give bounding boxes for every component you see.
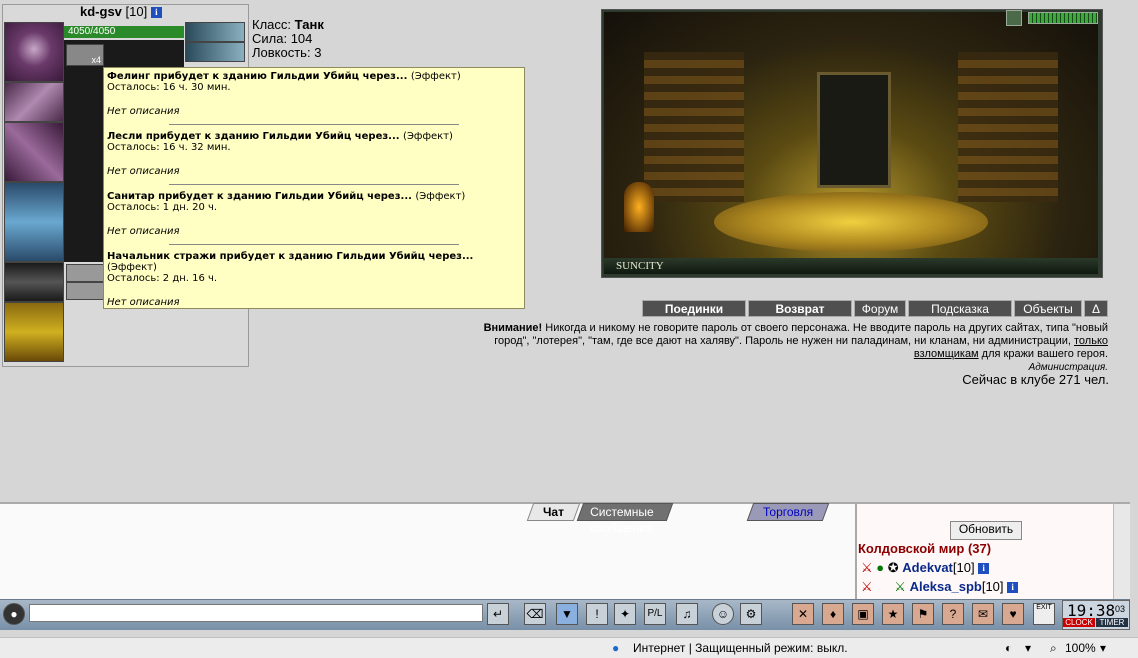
belt-slot[interactable]: [4, 262, 64, 302]
armor-slot[interactable]: [4, 182, 64, 262]
floor-circle: [714, 192, 988, 252]
chat-input[interactable]: [29, 604, 483, 622]
effects-tooltip: Фелинг прибудет к зданию Гильдии Убийц ч…: [103, 67, 525, 309]
eraser-icon[interactable]: ⌫: [524, 603, 546, 625]
character-stats: Класс: Танк Сила: 104 Ловкость: 3: [252, 18, 324, 60]
character-level: [10]: [125, 4, 148, 19]
ring-slot-2[interactable]: [185, 42, 245, 62]
return-button[interactable]: Возврат: [748, 300, 852, 317]
helmet-slot[interactable]: [4, 22, 64, 82]
align-icon: ✪: [887, 560, 899, 575]
zoom-level[interactable]: 100%: [1065, 638, 1096, 658]
toggle-button[interactable]: Δ: [1084, 300, 1108, 317]
bracers-slot[interactable]: [4, 82, 64, 122]
guild-icon[interactable]: ⚑: [912, 603, 934, 625]
user-list-scrollbar[interactable]: [1113, 502, 1130, 601]
forum-button[interactable]: Форум: [854, 300, 906, 317]
tab-trade[interactable]: Торговля: [746, 503, 830, 521]
effect-item: Фелинг прибудет к зданию Гильдии Убийц ч…: [107, 71, 521, 125]
browser-status-bar: ● Интернет | Защищенный режим: выкл. ◐ ▾…: [0, 637, 1138, 658]
skills-icon[interactable]: ★: [882, 603, 904, 625]
tab-chat[interactable]: Чат: [526, 503, 581, 521]
send-icon[interactable]: ↵: [487, 603, 509, 625]
weapon-slot[interactable]: [4, 122, 64, 182]
friends-icon[interactable]: ♥: [1002, 603, 1024, 625]
protected-mode-icon[interactable]: ◐: [1005, 638, 1012, 658]
bookshelf-left: [644, 52, 744, 202]
lantern[interactable]: [624, 182, 654, 232]
online-count: Сейчас в клубе 271 чел.: [962, 372, 1109, 387]
clock-button[interactable]: CLOCK: [1063, 618, 1095, 627]
boots-slot[interactable]: [4, 302, 64, 362]
user-name[interactable]: Aleksa_spb: [910, 579, 982, 594]
zoom-icon: ⌕: [1050, 641, 1057, 655]
stat-agility: Ловкость: 3: [252, 45, 322, 60]
user-row: ⚔ ● ✪ Adekvat[10] i: [861, 560, 990, 576]
refresh-icon[interactable]: [1006, 10, 1022, 26]
fight-icon[interactable]: ✕: [792, 603, 814, 625]
settings-icon[interactable]: ⚙: [740, 603, 762, 625]
library-door[interactable]: [817, 72, 891, 188]
zone-dropdown-icon[interactable]: ▾: [1025, 638, 1031, 658]
filter-icon[interactable]: ▼: [556, 603, 578, 625]
security-zone: Интернет | Защищенный режим: выкл.: [633, 641, 848, 655]
user-row: ⚔ ⚔ Aleksa_spb[10] i: [861, 579, 1019, 595]
private-icon[interactable]: P/L: [644, 603, 666, 625]
stat-class: Класс: Танк: [252, 17, 324, 32]
timer-button[interactable]: TIMER: [1096, 618, 1128, 627]
effect-item: Начальник стражи прибудет к зданию Гильд…: [107, 251, 474, 308]
quest-icon[interactable]: ?: [942, 603, 964, 625]
refresh-progress: [1028, 12, 1098, 24]
effect-item: Лесли прибудет к зданию Гильдии Убийц че…: [107, 131, 521, 185]
sound-icon[interactable]: ♫: [676, 603, 698, 625]
hint-button[interactable]: Подсказка: [908, 300, 1012, 317]
info-icon[interactable]: i: [1007, 582, 1019, 594]
security-warning: Внимание! Никогда и никому не говорите п…: [470, 322, 1108, 374]
zoom-dropdown-icon[interactable]: ▾: [1100, 638, 1106, 658]
rune-slot-1[interactable]: [66, 264, 104, 282]
attack-icon[interactable]: ⚔: [861, 560, 873, 575]
duels-button[interactable]: Поединки: [642, 300, 746, 317]
map-icon[interactable]: ▣: [852, 603, 874, 625]
amulet-slot[interactable]: x4: [66, 44, 104, 66]
chat-area[interactable]: [0, 502, 855, 601]
globe-icon: ●: [612, 641, 620, 655]
user-name[interactable]: Adekvat: [902, 560, 953, 575]
hp-bar: 4050/4050: [64, 26, 184, 38]
refresh-button[interactable]: Обновить: [950, 521, 1022, 540]
walk-icon[interactable]: ✦: [614, 603, 636, 625]
exit-button[interactable]: EXIT: [1033, 603, 1055, 625]
info-icon[interactable]: i: [978, 563, 990, 575]
smiley-menu-icon[interactable]: ●: [3, 603, 25, 625]
location-name: SUNCITY: [604, 258, 1098, 274]
stack-count: x4: [91, 55, 101, 65]
info-icon[interactable]: i: [150, 7, 162, 19]
effect-item: Санитар прибудет к зданию Гильдии Убийц …: [107, 191, 521, 245]
sword-icon: ⚔: [894, 579, 906, 594]
clan-icon: ●: [876, 560, 885, 575]
ring-slot-1[interactable]: [185, 22, 245, 42]
character-name: kd-gsv [10] i: [80, 4, 162, 19]
save-log-icon[interactable]: !: [586, 603, 608, 625]
inventory-icon[interactable]: ♦: [822, 603, 844, 625]
objects-button[interactable]: Объекты: [1014, 300, 1082, 317]
smile-icon[interactable]: ☺: [712, 603, 734, 625]
tab-system-messages[interactable]: Системные сообщения: [576, 503, 673, 535]
user-list-panel: Обновить Колдовской мир (37) ⚔ ● ✪ Adekv…: [855, 502, 1115, 601]
clock-seconds: 03: [1115, 604, 1126, 614]
room-title: Колдовской мир (37): [858, 541, 992, 556]
location-image[interactable]: [604, 12, 1098, 258]
mail-icon[interactable]: ✉: [972, 603, 994, 625]
attack-icon[interactable]: ⚔: [861, 579, 873, 594]
stat-strength: Сила: 104: [252, 31, 313, 46]
bookshelf-right: [958, 52, 1058, 202]
clock-widget: 19:38 03 CLOCK TIMER: [1062, 600, 1130, 630]
rune-slot-2[interactable]: [66, 282, 104, 300]
